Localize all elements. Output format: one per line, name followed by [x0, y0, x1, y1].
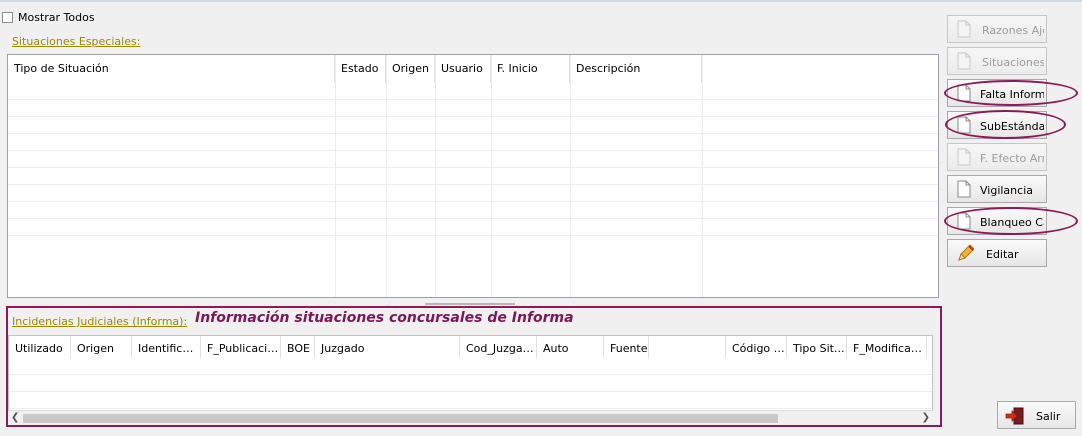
document-icon: [957, 180, 971, 198]
subestandar-label: SubEstándar: [980, 120, 1044, 133]
table-row[interactable]: [8, 151, 938, 168]
col-origen[interactable]: Origen: [71, 336, 132, 358]
annotation-text: Información situaciones concursales de I…: [195, 310, 574, 326]
mostrar-todos-label: Mostrar Todos: [18, 11, 95, 24]
col-tipo-situacion[interactable]: Tipo de Situación: [8, 55, 335, 83]
col-juzgado[interactable]: Juzgado: [315, 336, 460, 358]
col-fuente[interactable]: Fuente: [604, 336, 649, 358]
blanqueo-capital-label: Blanqueo Capital: [980, 216, 1044, 229]
col-boe[interactable]: BOE: [281, 336, 315, 358]
scrollbar-thumb[interactable]: [23, 414, 778, 423]
falta-informacion-button[interactable]: Falta Información: [947, 79, 1047, 107]
incidencias-grid-rows: [9, 358, 932, 409]
table-row[interactable]: [8, 117, 938, 134]
incidencias-judiciales-link[interactable]: Incidencias Judiciales (Informa):: [12, 315, 187, 328]
col-estado[interactable]: Estado: [335, 55, 386, 83]
editar-button[interactable]: Editar: [947, 239, 1047, 267]
razones-ajenas-label: Razones Ajenas: [982, 24, 1044, 37]
razones-ajenas-button[interactable]: Razones Ajenas: [947, 15, 1047, 43]
col-identificador[interactable]: Identificador: [132, 336, 201, 358]
situaciones-grid-header: Tipo de Situación Estado Origen Usuario …: [8, 55, 702, 83]
col-f-modificacion[interactable]: F_Modificacion: [847, 336, 927, 358]
col-cod-juzgado[interactable]: Cod_Juzgado: [460, 336, 537, 358]
salir-button[interactable]: Salir: [997, 401, 1076, 429]
splitter-handle[interactable]: [425, 303, 515, 305]
col-f-inicio[interactable]: F. Inicio: [491, 55, 570, 83]
pencil-icon: [958, 244, 974, 261]
table-row[interactable]: [8, 185, 938, 202]
col-origen[interactable]: Origen: [386, 55, 435, 83]
vigilancia-button[interactable]: Vigilancia: [947, 175, 1047, 203]
table-row[interactable]: [9, 375, 932, 392]
document-icon: [957, 20, 971, 38]
col-tipo-sit[interactable]: Tipo Sit...: [787, 336, 847, 358]
salir-label: Salir: [1036, 410, 1061, 423]
top-border: [0, 0, 1082, 2]
exit-door-icon: [1005, 407, 1024, 425]
col-usuario[interactable]: Usuario: [435, 55, 491, 83]
vigilancia-label: Vigilancia: [980, 184, 1033, 197]
col-f-publicacion[interactable]: F_Publicación: [201, 336, 281, 358]
horizontal-scrollbar[interactable]: ❮ ❯: [8, 410, 933, 426]
table-row[interactable]: [9, 358, 932, 375]
situaciones-be-label: Situaciones BE: [982, 56, 1044, 69]
table-row[interactable]: [8, 202, 938, 219]
situaciones-grid-rows: [8, 83, 938, 236]
checkbox-box[interactable]: [2, 12, 13, 23]
table-row[interactable]: [8, 100, 938, 117]
table-row[interactable]: [8, 168, 938, 185]
col-utilizado[interactable]: Utilizado: [9, 336, 71, 358]
editar-label: Editar: [986, 248, 1019, 261]
col-auto[interactable]: Auto: [537, 336, 604, 358]
situaciones-especiales-grid[interactable]: Tipo de Situación Estado Origen Usuario …: [7, 54, 939, 298]
f-efecto-arrastre-label: F. Efecto Arrastre: [980, 152, 1044, 165]
falta-informacion-label: Falta Información: [980, 88, 1044, 101]
table-row[interactable]: [9, 392, 932, 409]
scroll-left-icon[interactable]: ❮: [11, 412, 19, 423]
table-row[interactable]: [8, 83, 938, 100]
incidencias-grid-header: Utilizado Origen Identificador F_Publica…: [9, 336, 927, 358]
situaciones-be-button[interactable]: Situaciones BE: [947, 47, 1047, 75]
blanqueo-capital-button[interactable]: Blanqueo Capital: [947, 207, 1047, 235]
table-row[interactable]: [8, 219, 938, 236]
document-icon: [957, 52, 971, 70]
col-descripcion[interactable]: Descripción: [570, 55, 702, 83]
document-icon: [957, 84, 971, 102]
col-codigo-i[interactable]: Código I...: [726, 336, 787, 358]
f-efecto-arrastre-button[interactable]: F. Efecto Arrastre: [947, 143, 1047, 171]
col-blank[interactable]: [649, 336, 726, 358]
subestandar-button[interactable]: SubEstándar: [947, 111, 1047, 139]
document-icon: [957, 148, 971, 166]
situaciones-especiales-link[interactable]: Situaciones Especiales:: [12, 35, 140, 48]
table-row[interactable]: [8, 134, 938, 151]
mostrar-todos-checkbox[interactable]: Mostrar Todos: [2, 11, 95, 24]
document-icon: [957, 212, 971, 230]
document-icon: [957, 116, 971, 134]
scroll-right-icon[interactable]: ❯: [922, 412, 930, 423]
